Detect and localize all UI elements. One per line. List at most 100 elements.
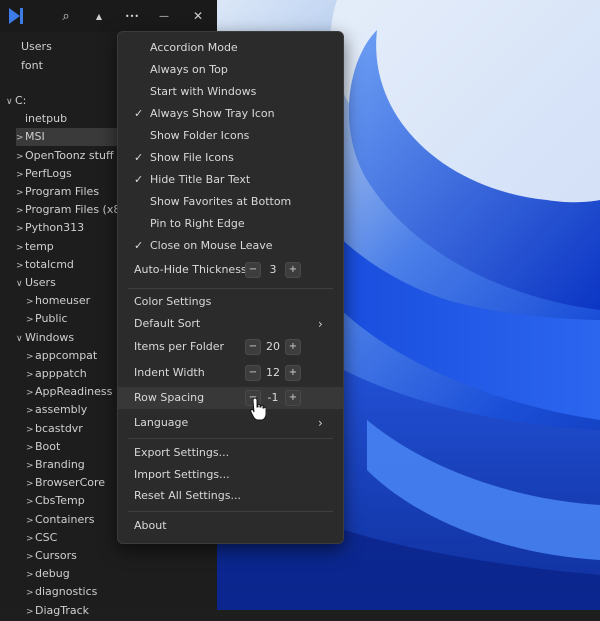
expanded-chevron-icon[interactable]: ∨ (16, 275, 25, 293)
collapsed-chevron-icon[interactable]: > (16, 184, 25, 202)
collapsed-chevron-icon[interactable]: > (16, 202, 25, 220)
tree-row[interactable]: >CbsTemp (26, 492, 85, 510)
favorite-item[interactable]: Users (21, 40, 52, 53)
menu-item-default-sort[interactable]: Default Sort › (118, 313, 343, 335)
decrement-button[interactable]: − (245, 262, 261, 278)
tree-row[interactable]: >debug (26, 565, 70, 583)
collapsed-chevron-icon[interactable]: > (26, 366, 35, 384)
tree-row[interactable]: >Cursors (26, 547, 77, 565)
collapsed-chevron-icon[interactable]: > (16, 129, 25, 147)
tree-row[interactable]: >Branding (26, 456, 85, 474)
collapsed-chevron-icon[interactable]: > (26, 493, 35, 511)
collapsed-chevron-icon[interactable]: > (26, 311, 35, 329)
menu-item-about[interactable]: About (118, 515, 343, 537)
collapsed-chevron-icon[interactable]: > (26, 439, 35, 457)
auto-hide-thickness-stepper: − 3 + (245, 262, 301, 278)
close-icon[interactable]: ✕ (189, 7, 207, 25)
collapsed-chevron-icon[interactable]: > (26, 421, 35, 439)
tree-row-label: Containers (35, 512, 95, 526)
menu-item-color-settings[interactable]: Color Settings (118, 291, 343, 313)
search-icon[interactable]: ⌕ (57, 7, 75, 25)
menu-toggle-item[interactable]: ✓ Always Show Tray Icon (118, 103, 343, 125)
tree-row[interactable]: >diagnostics (26, 583, 97, 601)
increment-button[interactable]: + (285, 339, 301, 355)
tree-row[interactable]: >apppatch (26, 365, 87, 383)
collapsed-chevron-icon[interactable]: > (26, 584, 35, 602)
menu-toggle-item[interactable]: Pin to Right Edge (118, 213, 343, 235)
expanded-chevron-icon[interactable]: ∨ (16, 330, 25, 348)
tree-row[interactable]: >bcastdvr (26, 420, 83, 438)
collapsed-chevron-icon[interactable]: > (26, 457, 35, 475)
navigate-up-icon[interactable]: ▲ (90, 7, 108, 25)
expanded-chevron-icon[interactable]: ∨ (6, 93, 15, 111)
tree-row[interactable]: >temp (16, 238, 54, 256)
collapsed-chevron-icon[interactable]: > (16, 239, 25, 257)
tree-row[interactable]: >homeuser (26, 292, 90, 310)
tree-row[interactable]: >Program Files (16, 183, 99, 201)
tree-row[interactable]: >AppReadiness (26, 383, 112, 401)
hand-cursor-icon (250, 397, 266, 421)
collapsed-chevron-icon[interactable]: > (26, 548, 35, 566)
collapsed-chevron-icon[interactable]: > (26, 603, 35, 621)
menu-toggle-item[interactable]: Start with Windows (118, 81, 343, 103)
increment-button[interactable]: + (285, 390, 301, 406)
collapsed-chevron-icon[interactable]: > (26, 384, 35, 402)
tree-row[interactable]: >DiagTrack (26, 602, 89, 620)
menu-toggle-item[interactable]: Show Folder Icons (118, 125, 343, 147)
indent-width-value: 12 (266, 366, 280, 379)
collapsed-chevron-icon[interactable]: > (26, 512, 35, 530)
tree-row[interactable]: >assembly (26, 401, 87, 419)
increment-button[interactable]: + (285, 262, 301, 278)
tree-row[interactable]: >PerfLogs (16, 165, 72, 183)
collapsed-chevron-icon[interactable]: > (26, 566, 35, 584)
tree-row[interactable]: >totalcmd (16, 256, 74, 274)
tree-row[interactable]: >Public (26, 310, 68, 328)
menu-toggle-item[interactable]: Accordion Mode (118, 37, 343, 59)
menu-toggle-label: Show Favorites at Bottom (150, 195, 292, 208)
menu-toggle-item[interactable]: ✓ Hide Title Bar Text (118, 169, 343, 191)
increment-button[interactable]: + (285, 365, 301, 381)
menu-item-export-settings[interactable]: Export Settings... (118, 442, 343, 464)
collapsed-chevron-icon[interactable]: > (16, 166, 25, 184)
menu-toggle-item[interactable]: Always on Top (118, 59, 343, 81)
minimize-icon[interactable]: — (155, 7, 173, 25)
tree-row[interactable]: >BrowserCore (26, 474, 105, 492)
menu-toggle-item[interactable]: Show Favorites at Bottom (118, 191, 343, 213)
menu-item-indent-width: Indent Width − 12 + (118, 362, 343, 384)
tree-row[interactable]: inetpub (16, 110, 67, 128)
checkmark-icon: ✓ (134, 107, 144, 120)
default-sort-label: Default Sort (134, 317, 201, 330)
tree-row[interactable]: ∨ C: (6, 92, 26, 110)
more-options-icon[interactable]: ••• (121, 7, 143, 25)
tree-row[interactable]: >OpenToonz stuff (16, 147, 114, 165)
tree-row-label: AppReadiness (35, 385, 113, 399)
collapsed-chevron-icon[interactable]: > (16, 148, 25, 166)
language-label: Language (134, 416, 189, 429)
menu-separator (128, 288, 333, 289)
menu-toggle-label: Start with Windows (150, 85, 257, 98)
tree-row-label: temp (25, 239, 54, 253)
decrement-button[interactable]: − (245, 339, 261, 355)
menu-item-reset-settings[interactable]: Reset All Settings... (118, 485, 343, 507)
menu-item-import-settings[interactable]: Import Settings... (118, 464, 343, 486)
tree-row[interactable]: >Python313 (16, 219, 84, 237)
collapsed-chevron-icon[interactable]: > (26, 530, 35, 548)
menu-toggle-item[interactable]: ✓ Show File Icons (118, 147, 343, 169)
tree-row[interactable]: >Program Files (x86) (16, 201, 132, 219)
tree-row[interactable]: >Boot (26, 438, 60, 456)
tree-row[interactable]: >CSC (26, 529, 57, 547)
collapsed-chevron-icon[interactable]: > (26, 402, 35, 420)
menu-item-language[interactable]: Language › (118, 412, 343, 434)
tree-row[interactable]: >appcompat (26, 347, 97, 365)
collapsed-chevron-icon[interactable]: > (26, 475, 35, 493)
tree-row[interactable]: ∨ Windows (16, 329, 74, 347)
collapsed-chevron-icon[interactable]: > (16, 220, 25, 238)
menu-toggle-item[interactable]: ✓ Close on Mouse Leave (118, 235, 343, 257)
decrement-button[interactable]: − (245, 365, 261, 381)
collapsed-chevron-icon[interactable]: > (26, 348, 35, 366)
tree-row[interactable]: >Containers (26, 511, 95, 529)
favorite-item[interactable]: font (21, 59, 43, 72)
tree-row[interactable]: ∨ Users (16, 274, 56, 292)
collapsed-chevron-icon[interactable]: > (16, 257, 25, 275)
collapsed-chevron-icon[interactable]: > (26, 293, 35, 311)
